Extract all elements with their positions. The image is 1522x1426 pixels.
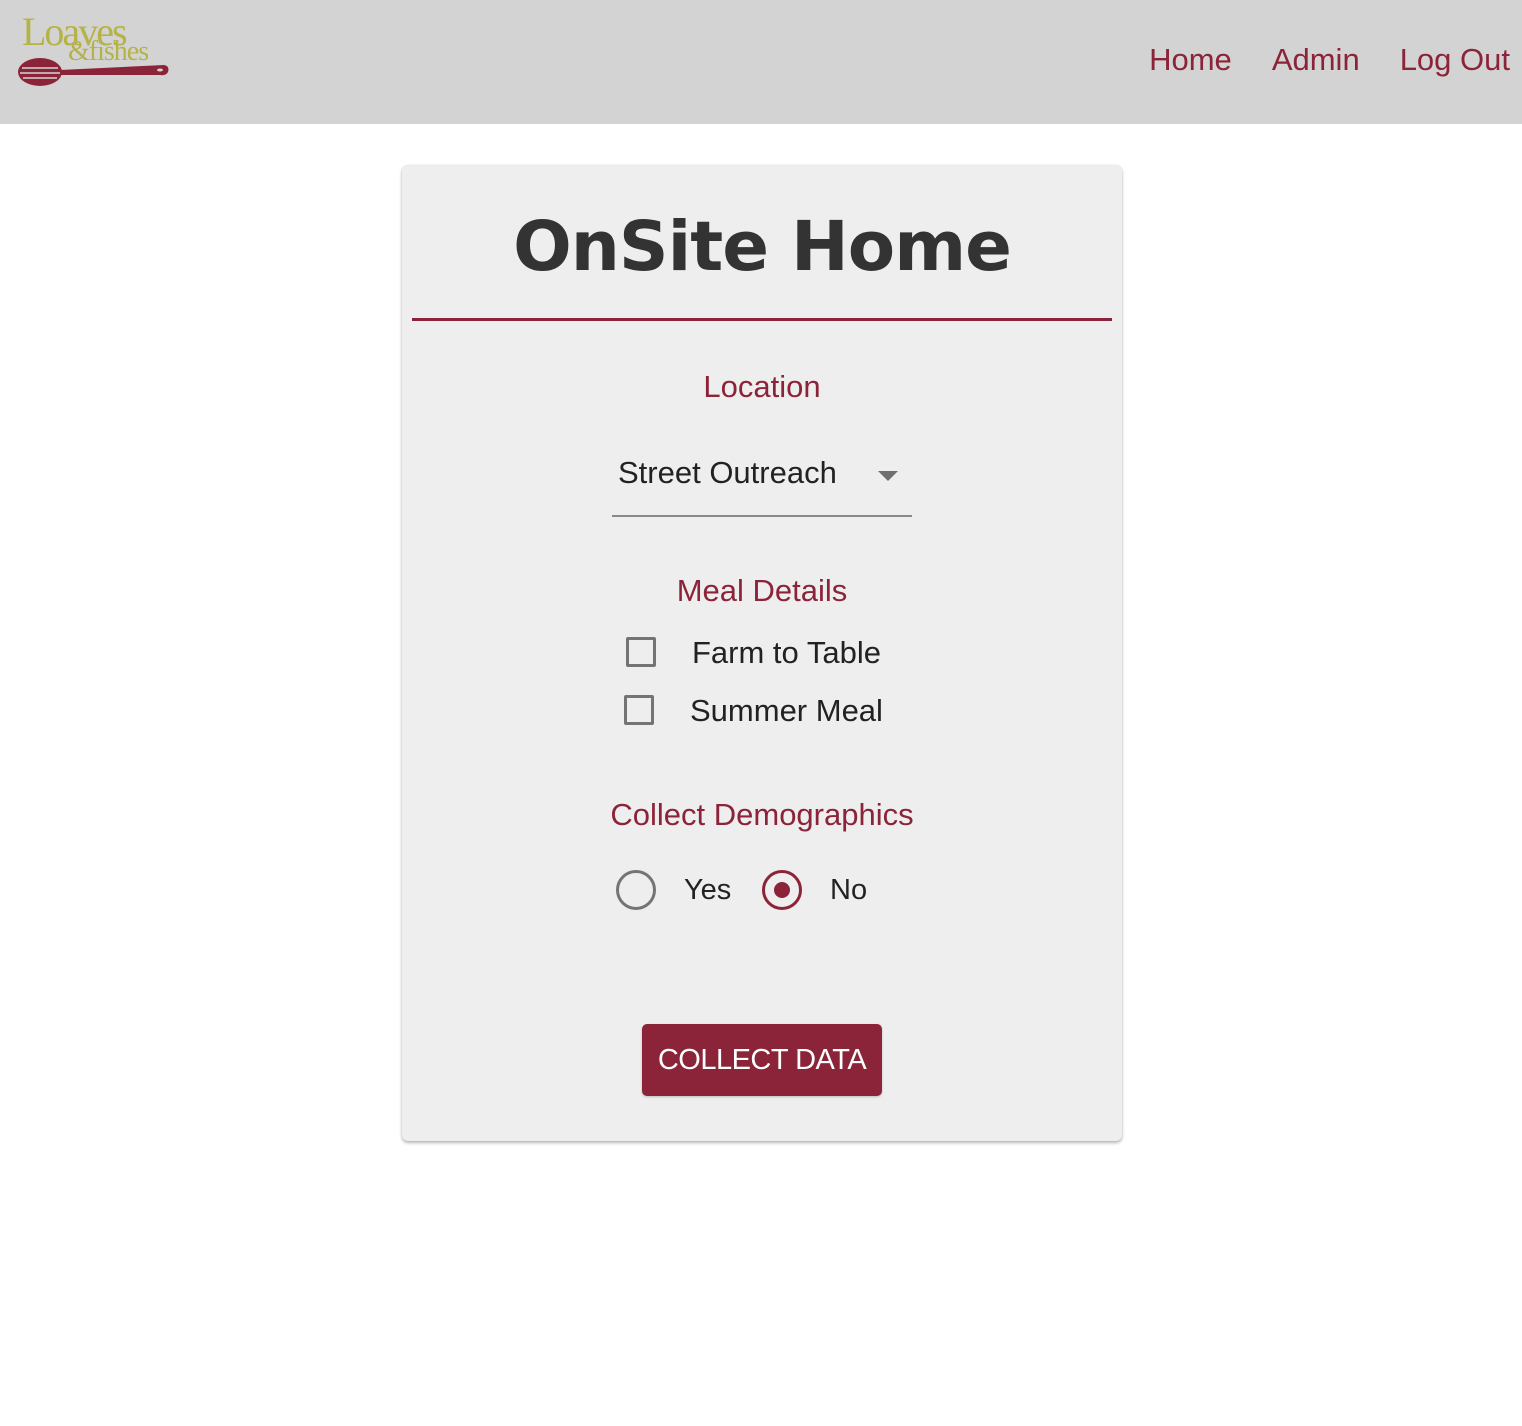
nav-home-link[interactable]: Home [1149, 40, 1232, 80]
location-select[interactable]: Street Outreach [612, 447, 912, 517]
demographics-yes-option[interactable]: Yes [616, 870, 736, 914]
farm-to-table-checkbox[interactable] [626, 637, 656, 667]
top-nav-bar: Loaves &fishes Home Admin Log Out [0, 0, 1522, 124]
demographics-no-option[interactable]: No [762, 870, 872, 914]
demographics-yes-label: Yes [684, 874, 732, 906]
nav-admin-link[interactable]: Admin [1272, 40, 1360, 80]
demographics-no-label: No [830, 874, 868, 906]
whisk-icon [18, 58, 169, 86]
summer-meal-label: Summer Meal [690, 693, 883, 728]
radio-selected-dot [774, 882, 790, 898]
nav-logout-link[interactable]: Log Out [1400, 40, 1510, 80]
collect-demographics-label: Collect Demographics [610, 797, 914, 832]
location-select-value: Street Outreach [618, 455, 837, 490]
location-label: Location [703, 369, 821, 404]
farm-to-table-label: Farm to Table [692, 635, 881, 670]
demographics-no-radio[interactable] [762, 870, 802, 910]
farm-to-table-option[interactable]: Farm to Table [626, 633, 896, 677]
onsite-home-card: OnSite Home Location Street Outreach Mea… [402, 165, 1122, 1141]
demographics-yes-radio[interactable] [616, 870, 656, 910]
summer-meal-option[interactable]: Summer Meal [624, 691, 894, 735]
main-nav: Home Admin Log Out [1109, 40, 1510, 80]
summer-meal-checkbox[interactable] [624, 695, 654, 725]
title-divider [412, 318, 1112, 321]
collect-data-button[interactable]: COLLECT DATA [642, 1024, 882, 1096]
meal-details-label: Meal Details [676, 573, 848, 608]
page-title: OnSite Home [513, 207, 1012, 287]
loaves-fishes-logo[interactable]: Loaves &fishes [16, 12, 172, 92]
dropdown-arrow-icon [878, 471, 898, 481]
